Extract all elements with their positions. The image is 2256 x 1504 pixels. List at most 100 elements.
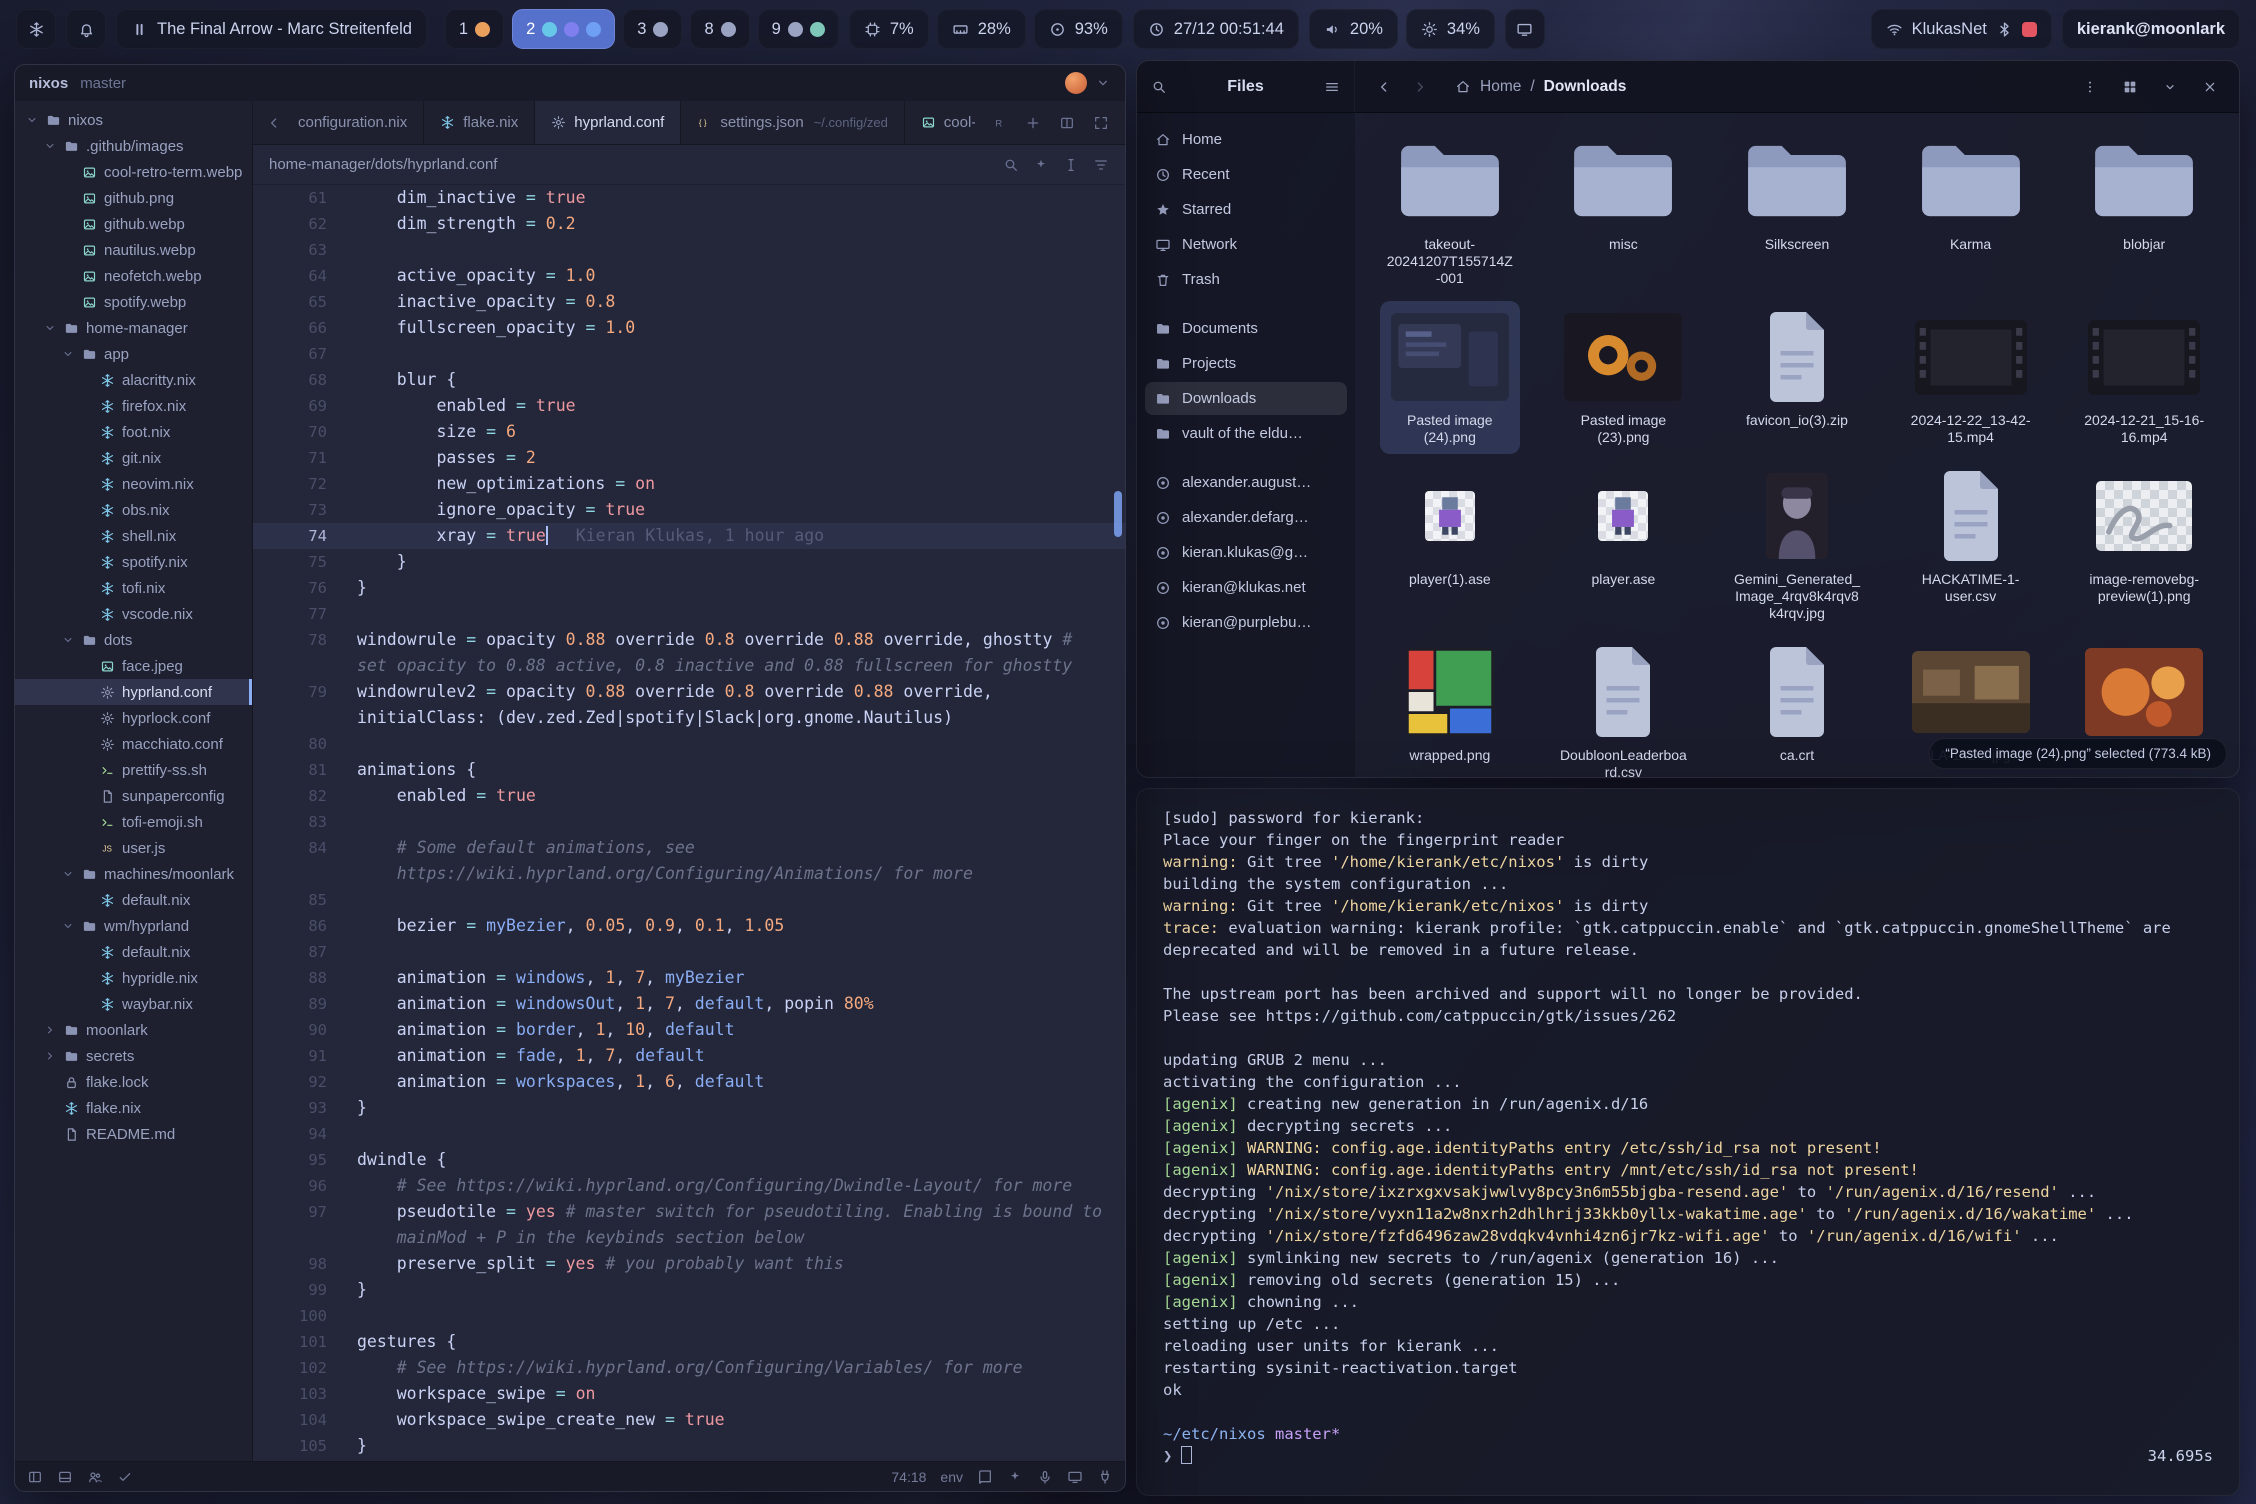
view-toggle-button[interactable] [2115, 72, 2145, 102]
tree-item[interactable]: hyprlock.conf [15, 705, 252, 731]
files-sidebar-item[interactable]: Documents [1145, 312, 1347, 345]
tab-item[interactable]: { }settings.json~/.config/zed [681, 101, 904, 144]
file-item[interactable]: wrapped.png [1400, 636, 1500, 777]
files-sidebar-item[interactable]: Projects [1145, 347, 1347, 380]
tree-item[interactable]: firefox.nix [15, 393, 252, 419]
cursor-position[interactable]: 74:18 [891, 1469, 926, 1485]
tab-item[interactable]: configuration.nix [295, 101, 424, 144]
tree-item[interactable]: hypridle.nix [15, 965, 252, 991]
kebab-menu-button[interactable] [2075, 72, 2105, 102]
tree-item[interactable]: tofi-emoji.sh [15, 809, 252, 835]
workspace-button-9[interactable]: 9 [758, 9, 839, 49]
file-item[interactable]: player.ase [1585, 460, 1661, 630]
file-item[interactable]: Pasted image (23).png [1553, 301, 1693, 454]
stat-disk-widget[interactable]: 93% [1034, 9, 1123, 49]
code-editor[interactable]: 61 dim_inactive = true62 dim_strength = … [253, 185, 1125, 1461]
forward-button[interactable] [1405, 72, 1435, 102]
tree-item[interactable]: .github/images [15, 133, 252, 159]
screen-button[interactable] [1505, 9, 1545, 49]
diagnostics-check-icon[interactable] [117, 1469, 133, 1485]
tree-item[interactable]: moonlark [15, 1017, 252, 1043]
stat-cpu-widget[interactable]: 7% [849, 9, 929, 49]
tree-item[interactable]: default.nix [15, 939, 252, 965]
file-item[interactable]: ca.crt [1755, 636, 1839, 777]
terminal-panel-icon[interactable] [57, 1469, 73, 1485]
notifications-button[interactable] [66, 9, 106, 49]
zoom-pane-button[interactable] [1087, 109, 1115, 137]
breadcrumb[interactable]: home-manager/dots/hyprland.conf [269, 156, 497, 173]
nav-back-button[interactable] [253, 101, 295, 144]
speaker-widget[interactable]: 20% [1309, 9, 1398, 49]
tree-item[interactable]: cool-retro-term.webp [15, 159, 252, 185]
tree-item[interactable]: alacritty.nix [15, 367, 252, 393]
search-icon[interactable] [1151, 79, 1167, 95]
tree-item[interactable]: secrets [15, 1043, 252, 1069]
files-sidebar-item[interactable]: vault of the eldu… [1145, 417, 1347, 450]
back-button[interactable] [1369, 72, 1399, 102]
terminal-window[interactable]: [sudo] password for kierank:Place your f… [1136, 788, 2240, 1496]
sun-widget[interactable]: 34% [1406, 9, 1495, 49]
tree-item[interactable]: face.jpeg [15, 653, 252, 679]
tree-item[interactable]: nautilus.webp [15, 237, 252, 263]
breadcrumb-current[interactable]: Downloads [1544, 78, 1627, 96]
clock-widget[interactable]: 27/12 00:51:44 [1133, 9, 1299, 49]
tree-item[interactable]: flake.nix [15, 1095, 252, 1121]
tree-item[interactable]: foot.nix [15, 419, 252, 445]
tree-item[interactable]: hyprland.conf [15, 679, 252, 705]
file-item[interactable]: misc [1562, 125, 1684, 295]
filter-icon[interactable] [1093, 157, 1109, 173]
zed-titlebar[interactable]: nixos master [15, 65, 1125, 101]
tree-item[interactable]: spotify.webp [15, 289, 252, 315]
file-item[interactable]: 2024-12-21_15-16-16.mp4 [2074, 301, 2214, 454]
file-item[interactable]: image-removebg-preview(1).png [2074, 460, 2214, 630]
tab-item[interactable]: cool-retro-term.png [905, 101, 975, 144]
tree-item[interactable]: wm/hyprland [15, 913, 252, 939]
file-item[interactable]: Gemini_Generated_Image_4rqv8k4rqv8k4rqv.… [1727, 460, 1867, 630]
tree-item[interactable]: obs.nix [15, 497, 252, 523]
tree-item[interactable]: macchiato.conf [15, 731, 252, 757]
files-sidebar-item[interactable]: Recent [1145, 158, 1347, 191]
tree-item[interactable]: JSuser.js [15, 835, 252, 861]
tree-item[interactable]: shell.nix [15, 523, 252, 549]
stat-ram-widget[interactable]: 28% [937, 9, 1026, 49]
tree-item[interactable]: vscode.nix [15, 601, 252, 627]
tree-item[interactable]: git.nix [15, 445, 252, 471]
file-item[interactable]: DoubloonLeaderboard.csv [1553, 636, 1693, 777]
tree-item[interactable]: home-manager [15, 315, 252, 341]
tree-item[interactable]: waybar.nix [15, 991, 252, 1017]
file-item[interactable]: HACKATIME-1-user.csv [1901, 460, 2041, 630]
file-item[interactable]: blobjar [2083, 125, 2205, 295]
tab-item[interactable]: hyprland.conf [535, 101, 681, 144]
search-icon[interactable] [1003, 157, 1019, 173]
file-item[interactable]: player(1).ase [1403, 460, 1497, 630]
tree-item[interactable]: flake.lock [15, 1069, 252, 1095]
files-sidebar-item[interactable]: kieran.klukas@g… [1145, 536, 1347, 569]
new-file-button[interactable] [1019, 109, 1047, 137]
repl-button[interactable]: R [985, 109, 1013, 137]
file-item[interactable]: favicon_io(3).zip [1740, 301, 1854, 454]
tree-item[interactable]: neovim.nix [15, 471, 252, 497]
view-options-button[interactable] [2155, 72, 2185, 102]
avatar[interactable] [1065, 72, 1087, 94]
files-sidebar-item[interactable]: Trash [1145, 263, 1347, 296]
nix-menu-button[interactable] [16, 9, 56, 49]
inline-assist-icon[interactable] [1033, 157, 1049, 173]
files-sidebar-item[interactable]: alexander.august… [1145, 466, 1347, 499]
tree-item[interactable]: machines/moonlark [15, 861, 252, 887]
tree-item[interactable]: github.png [15, 185, 252, 211]
files-sidebar-item[interactable]: Starred [1145, 193, 1347, 226]
file-item[interactable]: takeout-20241207T155714Z-001 [1380, 125, 1520, 295]
files-sidebar-item[interactable]: alexander.defarg… [1145, 501, 1347, 534]
hamburger-menu-icon[interactable] [1324, 79, 1340, 95]
network-widget[interactable]: KlukasNet [1871, 9, 2052, 49]
tree-item[interactable]: sunpaperconfig [15, 783, 252, 809]
tree-item[interactable]: README.md [15, 1121, 252, 1147]
project-name[interactable]: nixos [29, 75, 68, 92]
file-item[interactable]: Silkscreen [1736, 125, 1858, 295]
tree-item[interactable]: dots [15, 627, 252, 653]
tree-item[interactable]: neofetch.webp [15, 263, 252, 289]
file-item[interactable]: Karma [1910, 125, 2032, 295]
screen-share-icon[interactable] [1067, 1469, 1083, 1485]
split-pane-button[interactable] [1053, 109, 1081, 137]
tree-item[interactable]: github.webp [15, 211, 252, 237]
